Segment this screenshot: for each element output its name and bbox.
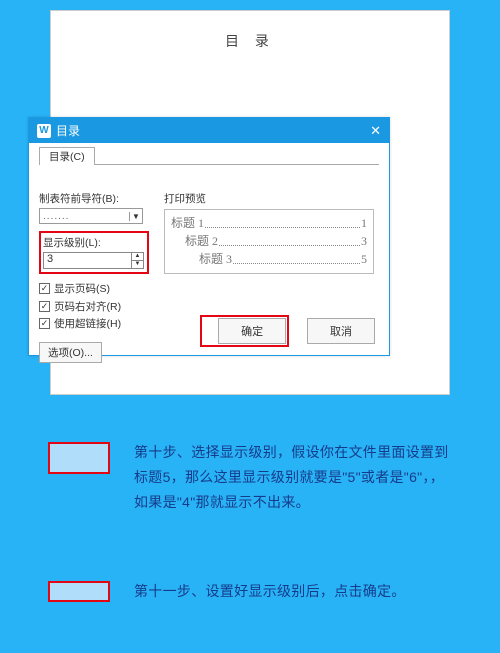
toc-line-3: 标题 35 [171, 250, 367, 268]
leader-value: ....... [40, 211, 129, 222]
level-highlight: 显示级别(L): 3 ▲ ▼ [39, 231, 149, 274]
level-spinner[interactable]: ▲ ▼ [131, 253, 143, 268]
app-icon: W [37, 124, 51, 138]
step-10: 第十步、选择显示级别，假设你在文件里面设置到标题5，那么这里显示级别就要是"5"… [48, 440, 456, 515]
step-text: 第十步、选择显示级别，假设你在文件里面设置到标题5，那么这里显示级别就要是"5"… [134, 440, 456, 515]
ok-button[interactable]: 确定 [218, 318, 286, 344]
callout-marker [48, 581, 110, 602]
spinner-down-icon[interactable]: ▼ [132, 261, 143, 268]
check-show-page[interactable]: ✓ 显示页码(S) [39, 281, 149, 296]
step-text: 第十一步、设置好显示级别后，点击确定。 [134, 579, 406, 604]
ok-highlight: 确定 [200, 315, 289, 347]
level-label: 显示级别(L): [43, 235, 144, 250]
dialog-title: 目录 [56, 122, 80, 139]
page-title: 目 录 [51, 31, 449, 51]
preview-label: 打印预览 [164, 191, 374, 206]
tab-toc[interactable]: 目录(C) [39, 147, 95, 165]
toc-line-2: 标题 23 [171, 232, 367, 250]
leader-label: 制表符前导符(B): [39, 191, 149, 206]
checkbox-icon[interactable]: ✓ [39, 283, 50, 294]
dialog-footer: 确定 取消 [29, 305, 389, 347]
preview-column: 打印预览 标题 11 标题 23 标题 35 [164, 191, 374, 274]
step-11: 第十一步、设置好显示级别后，点击确定。 [48, 579, 456, 604]
check-label: 显示页码(S) [54, 281, 110, 296]
chevron-down-icon[interactable]: ▼ [129, 212, 142, 221]
toc-line-1: 标题 11 [171, 214, 367, 232]
level-value: 3 [44, 253, 131, 268]
toc-dialog: W 目录 ✕ 目录(C) 制表符前导符(B): ....... ▼ 显示级别(L… [28, 117, 390, 356]
dialog-titlebar[interactable]: W 目录 ✕ [29, 118, 389, 143]
spinner-up-icon[interactable]: ▲ [132, 253, 143, 261]
leader-select[interactable]: ....... ▼ [39, 208, 143, 224]
preview-box: 标题 11 标题 23 标题 35 [164, 209, 374, 274]
cancel-button[interactable]: 取消 [307, 318, 375, 344]
level-input[interactable]: 3 ▲ ▼ [43, 252, 144, 269]
callout-marker [48, 442, 110, 474]
close-icon[interactable]: ✕ [370, 123, 381, 139]
